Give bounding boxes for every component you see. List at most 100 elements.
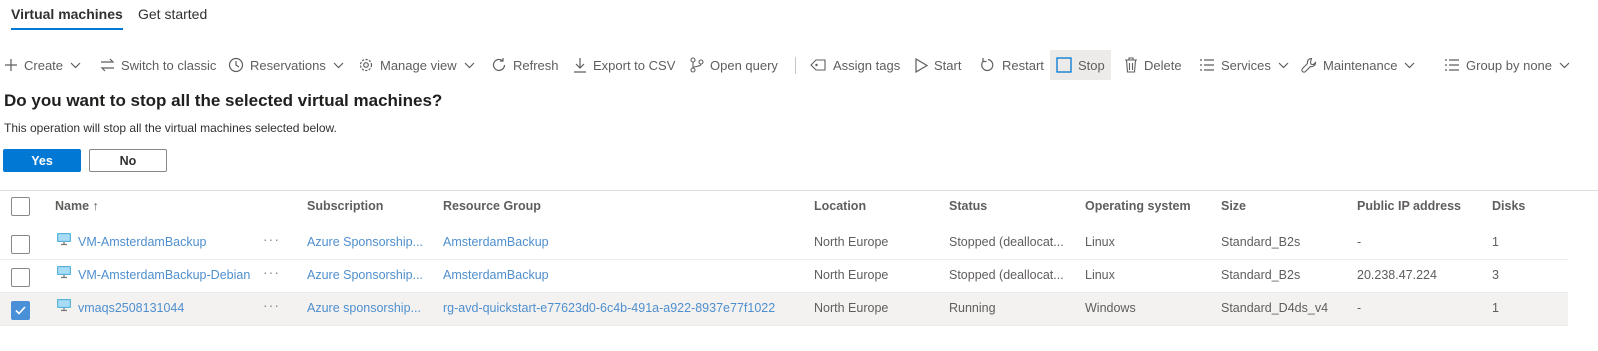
play-icon — [914, 57, 928, 73]
command-bar: Create Switch to classic Reservations Ma… — [0, 50, 1598, 80]
size-cell: Standard_B2s — [1221, 235, 1301, 249]
resource-group-link[interactable]: AmsterdamBackup — [443, 268, 803, 282]
chevron-down-icon — [1559, 62, 1570, 69]
start-label: Start — [934, 57, 962, 73]
group-by-button[interactable]: Group by none — [1444, 50, 1570, 80]
location-cell: North Europe — [814, 268, 889, 282]
chevron-down-icon — [333, 62, 344, 69]
location-cell: North Europe — [814, 235, 889, 249]
row-checkbox[interactable] — [11, 268, 30, 287]
vm-name-link[interactable]: vmaqs2508131044 — [78, 301, 258, 315]
manage-view-label: Manage view — [380, 57, 457, 73]
assign-tags-button[interactable]: Assign tags — [810, 50, 900, 80]
more-actions-button[interactable]: ··· — [263, 231, 280, 247]
select-all-checkbox[interactable] — [11, 197, 30, 216]
grid-divider — [0, 190, 1598, 191]
manage-view-button[interactable]: Manage view — [358, 50, 475, 80]
toolbar-divider — [795, 57, 796, 74]
start-button[interactable]: Start — [914, 50, 961, 80]
disks-cell: 1 — [1492, 235, 1499, 249]
delete-button[interactable]: Delete — [1124, 50, 1182, 80]
plus-icon — [4, 58, 18, 72]
services-button[interactable]: Services — [1199, 50, 1289, 80]
row-checkbox[interactable] — [11, 235, 30, 254]
clock-icon — [228, 57, 244, 73]
os-cell: Windows — [1085, 301, 1136, 315]
chevron-down-icon — [70, 62, 81, 69]
group-list-icon — [1444, 58, 1460, 72]
list-icon — [1199, 58, 1215, 72]
status-cell: Stopped (deallocat... — [949, 268, 1064, 282]
assign-tags-label: Assign tags — [833, 57, 901, 73]
tab-bar: Virtual machines Get started — [0, 0, 1598, 34]
no-button[interactable]: No — [89, 149, 167, 172]
os-cell: Linux — [1085, 235, 1115, 249]
switch-to-classic-label: Switch to classic — [121, 57, 217, 73]
column-header-public-ip[interactable]: Public IP address — [1357, 199, 1461, 213]
public-ip-cell: - — [1357, 301, 1362, 315]
public-ip-cell: - — [1357, 235, 1362, 249]
status-cell: Stopped (deallocat... — [949, 235, 1064, 249]
status-cell: Running — [949, 301, 996, 315]
subscription-link[interactable]: Azure Sponsorship... — [307, 268, 435, 282]
yes-button[interactable]: Yes — [3, 149, 81, 172]
location-cell: North Europe — [814, 301, 889, 315]
column-header-resource-group[interactable]: Resource Group — [443, 199, 541, 213]
table-row[interactable]: vmaqs2508131044 ··· Azure sponsorship...… — [0, 293, 1568, 326]
tab-get-started[interactable]: Get started — [138, 6, 207, 22]
refresh-icon — [491, 57, 507, 73]
delete-label: Delete — [1144, 57, 1182, 73]
vm-name-link[interactable]: VM-AmsterdamBackup — [78, 235, 258, 249]
trash-icon — [1124, 57, 1138, 73]
wrench-icon — [1301, 57, 1317, 73]
restart-icon — [980, 57, 996, 73]
refresh-button[interactable]: Refresh — [491, 50, 559, 80]
stop-square-icon — [1056, 57, 1072, 73]
open-query-button[interactable]: Open query — [690, 50, 778, 80]
group-by-label: Group by none — [1466, 57, 1553, 73]
size-cell: Standard_B2s — [1221, 268, 1301, 282]
confirm-title: Do you want to stop all the selected vir… — [4, 91, 443, 110]
subscription-link[interactable]: Azure Sponsorship... — [307, 235, 435, 249]
resource-group-link[interactable]: AmsterdamBackup — [443, 235, 803, 249]
more-actions-button[interactable]: ··· — [263, 264, 280, 280]
column-header-os[interactable]: Operating system — [1085, 199, 1191, 213]
refresh-label: Refresh — [513, 57, 559, 73]
table-row[interactable]: VM-AmsterdamBackup-Debian ··· Azure Spon… — [0, 260, 1568, 293]
create-button[interactable]: Create — [4, 50, 81, 80]
restart-button[interactable]: Restart — [980, 50, 1044, 80]
maintenance-label: Maintenance — [1323, 57, 1398, 73]
column-header-location[interactable]: Location — [814, 199, 866, 213]
column-header-subscription[interactable]: Subscription — [307, 199, 383, 213]
stop-label: Stop — [1078, 57, 1105, 73]
column-header-size[interactable]: Size — [1221, 199, 1246, 213]
download-icon — [573, 57, 587, 73]
tab-virtual-machines[interactable]: Virtual machines — [11, 6, 123, 30]
chevron-down-icon — [1404, 62, 1415, 69]
reservations-label: Reservations — [250, 57, 326, 73]
maintenance-button[interactable]: Maintenance — [1301, 50, 1415, 80]
disks-cell: 3 — [1492, 268, 1499, 282]
column-header-status[interactable]: Status — [949, 199, 987, 213]
subscription-link[interactable]: Azure sponsorship... — [307, 301, 435, 315]
create-label: Create — [24, 57, 64, 73]
stop-button[interactable]: Stop — [1050, 50, 1111, 80]
table-row[interactable]: VM-AmsterdamBackup ··· Azure Sponsorship… — [0, 227, 1568, 260]
disks-cell: 1 — [1492, 301, 1499, 315]
switch-arrows-icon — [100, 58, 115, 72]
open-query-label: Open query — [710, 57, 778, 73]
switch-to-classic-button[interactable]: Switch to classic — [100, 50, 216, 80]
services-label: Services — [1221, 57, 1271, 73]
gear-icon — [358, 57, 374, 73]
export-csv-button[interactable]: Export to CSV — [573, 50, 675, 80]
public-ip-cell: 20.238.47.224 — [1357, 268, 1437, 282]
chevron-down-icon — [1278, 62, 1289, 69]
row-checkbox[interactable] — [11, 301, 30, 320]
more-actions-button[interactable]: ··· — [263, 297, 280, 313]
column-header-disks[interactable]: Disks — [1492, 199, 1525, 213]
resource-group-link[interactable]: rg-avd-quickstart-e77623d0-6c4b-491a-a92… — [443, 301, 803, 315]
vm-name-link[interactable]: VM-AmsterdamBackup-Debian — [78, 268, 258, 282]
column-header-name[interactable]: Name ↑ — [55, 199, 99, 213]
restart-label: Restart — [1002, 57, 1044, 73]
reservations-button[interactable]: Reservations — [228, 50, 344, 80]
